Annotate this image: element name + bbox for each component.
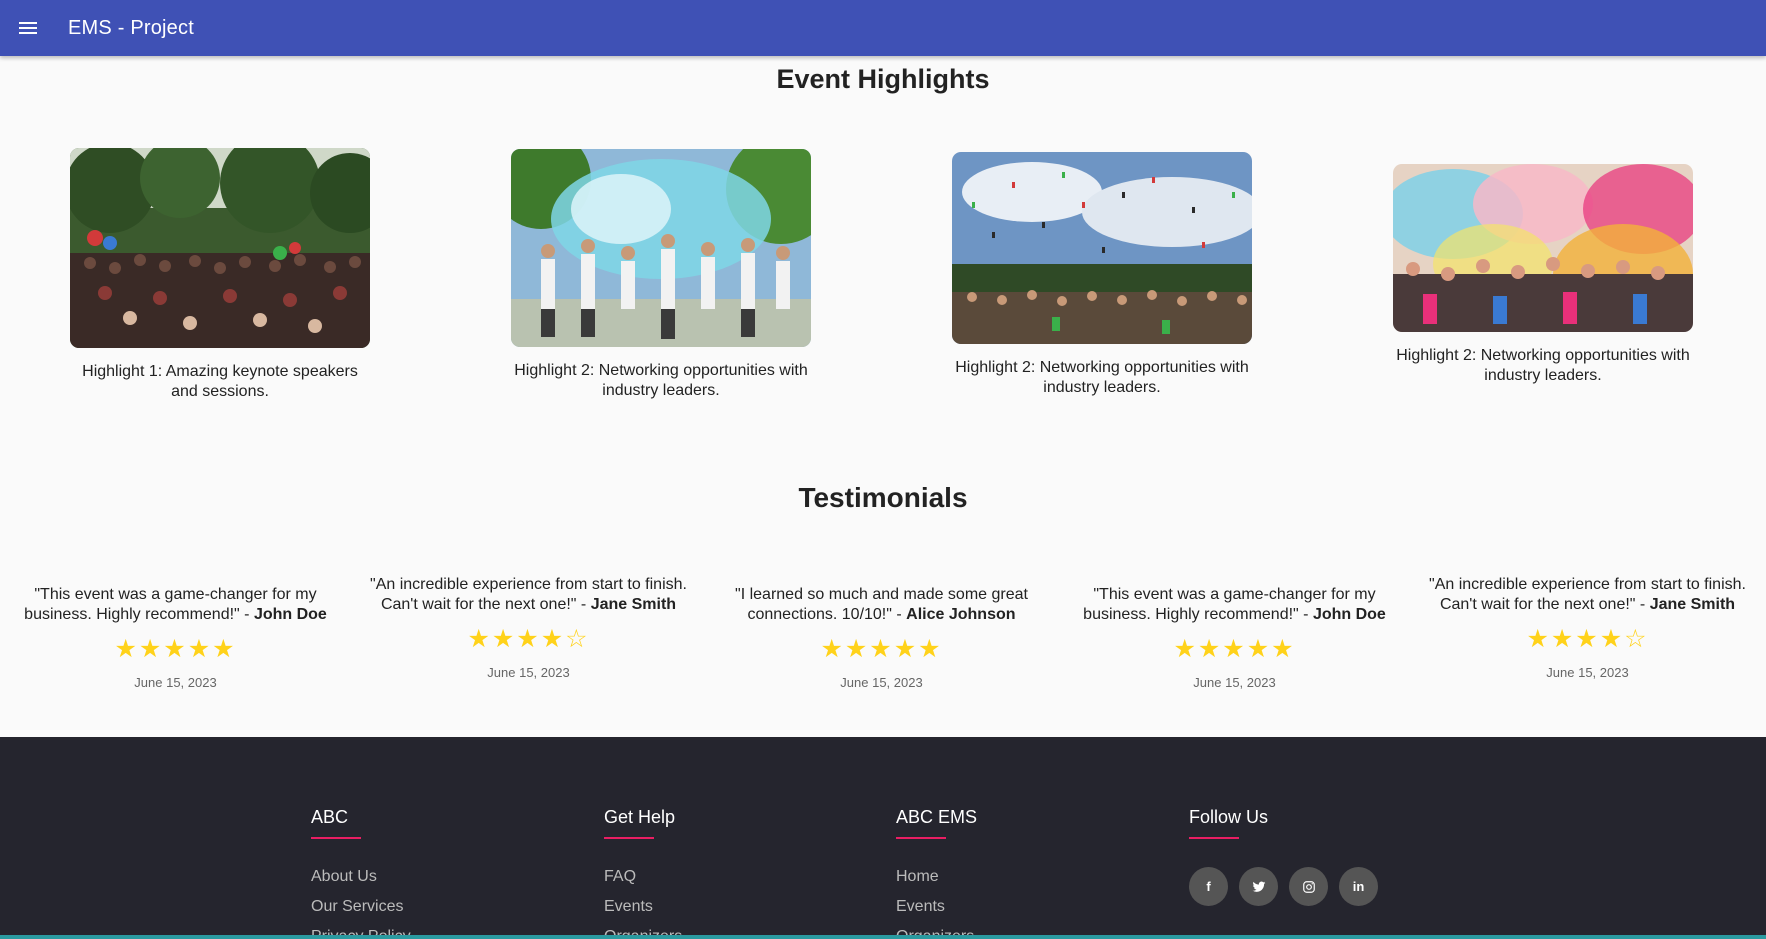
- bottom-accent-bar: [0, 935, 1766, 939]
- star-rating: ★★★★★: [820, 635, 943, 663]
- highlight-image-crowd: [70, 148, 370, 348]
- testimonial-author: John Doe: [253, 606, 327, 623]
- testimonial-quote: "This event was a game-changer for my bu…: [1083, 586, 1386, 623]
- testimonial-quote: "An incredible experience from start to …: [1429, 576, 1746, 613]
- footer-column-get-help: Get Help FAQ Events Organizers: [604, 807, 682, 939]
- footer-heading: Get Help: [604, 807, 676, 827]
- highlight-card-4: Highlight 2: Networking opportunities wi…: [1393, 164, 1693, 386]
- testimonial-date: June 15, 2023: [840, 675, 923, 690]
- highlight-card-3: Highlight 2: Networking opportunities wi…: [952, 152, 1252, 398]
- star-rating: ★★★★☆: [1526, 625, 1649, 653]
- menu-icon: [19, 22, 37, 34]
- social-links: f in: [1189, 867, 1378, 906]
- highlight-image-holi: [1393, 164, 1693, 332]
- footer-column-abc-ems: ABC EMS Home Events Organizers: [896, 807, 977, 939]
- testimonial-date: June 15, 2023: [487, 665, 570, 680]
- testimonial-date: June 15, 2023: [1546, 665, 1629, 680]
- testimonial-card-4: "This event was a game-changer for my bu…: [1067, 585, 1402, 690]
- highlight-image-color-powder: [511, 149, 811, 347]
- footer-link-events[interactable]: Events: [604, 892, 682, 922]
- footer-heading: Follow Us: [1189, 807, 1269, 827]
- star-rating: ★★★★☆: [467, 625, 590, 653]
- highlight-caption: Highlight 1: Amazing keynote speakers an…: [82, 363, 358, 400]
- footer-link-our-services[interactable]: Our Services: [311, 892, 411, 922]
- testimonial-author: John Doe: [1312, 606, 1386, 623]
- footer: ABC About Us Our Services Privacy Policy…: [0, 737, 1766, 939]
- testimonial-card-1: "This event was a game-changer for my bu…: [8, 585, 343, 690]
- testimonial-date: June 15, 2023: [134, 675, 217, 690]
- highlight-card-1: Highlight 1: Amazing keynote speakers an…: [70, 148, 370, 402]
- footer-column-follow-us: Follow Us f in: [1189, 807, 1378, 906]
- linkedin-icon[interactable]: in: [1339, 867, 1378, 906]
- testimonial-card-2: "An incredible experience from start to …: [361, 575, 696, 680]
- testimonial-date: June 15, 2023: [1193, 675, 1276, 690]
- testimonial-author: Alice Johnson: [906, 606, 1016, 623]
- highlight-card-2: Highlight 2: Networking opportunities wi…: [511, 149, 811, 401]
- highlights-title: Event Highlights: [776, 64, 990, 94]
- highlight-image-confetti: [952, 152, 1252, 344]
- footer-heading: ABC EMS: [896, 807, 978, 827]
- testimonial-quote: "I learned so much and made some great c…: [735, 586, 1028, 623]
- footer-heading-underline: [1189, 837, 1239, 839]
- testimonial-quote: "This event was a game-changer for my bu…: [24, 586, 327, 623]
- footer-heading-underline: [604, 837, 654, 839]
- footer-column-abc: ABC About Us Our Services Privacy Policy: [311, 807, 411, 939]
- star-rating: ★★★★★: [114, 635, 237, 663]
- testimonial-card-3: "I learned so much and made some great c…: [714, 585, 1049, 690]
- menu-button[interactable]: [0, 0, 56, 56]
- app-bar: EMS - Project: [0, 0, 1766, 56]
- testimonials-title: Testimonials: [798, 482, 968, 513]
- footer-heading: ABC: [311, 807, 349, 827]
- instagram-icon[interactable]: [1289, 867, 1328, 906]
- app-title: EMS - Project: [68, 16, 194, 39]
- footer-link-home[interactable]: Home: [896, 862, 977, 892]
- testimonial-author: Jane Smith: [590, 596, 677, 613]
- footer-heading-underline: [896, 837, 946, 839]
- footer-link-events[interactable]: Events: [896, 892, 977, 922]
- testimonial-author: Jane Smith: [1649, 596, 1736, 613]
- star-rating: ★★★★★: [1173, 635, 1296, 663]
- highlight-caption: Highlight 2: Networking opportunities wi…: [1396, 347, 1690, 384]
- highlight-caption: Highlight 2: Networking opportunities wi…: [514, 362, 808, 399]
- footer-link-about-us[interactable]: About Us: [311, 862, 411, 892]
- footer-heading-underline: [311, 837, 361, 839]
- testimonial-card-5: "An incredible experience from start to …: [1420, 575, 1755, 680]
- facebook-icon[interactable]: f: [1189, 867, 1228, 906]
- highlight-caption: Highlight 2: Networking opportunities wi…: [955, 359, 1249, 396]
- twitter-icon[interactable]: [1239, 867, 1278, 906]
- footer-link-faq[interactable]: FAQ: [604, 862, 682, 892]
- testimonial-quote: "An incredible experience from start to …: [370, 576, 687, 613]
